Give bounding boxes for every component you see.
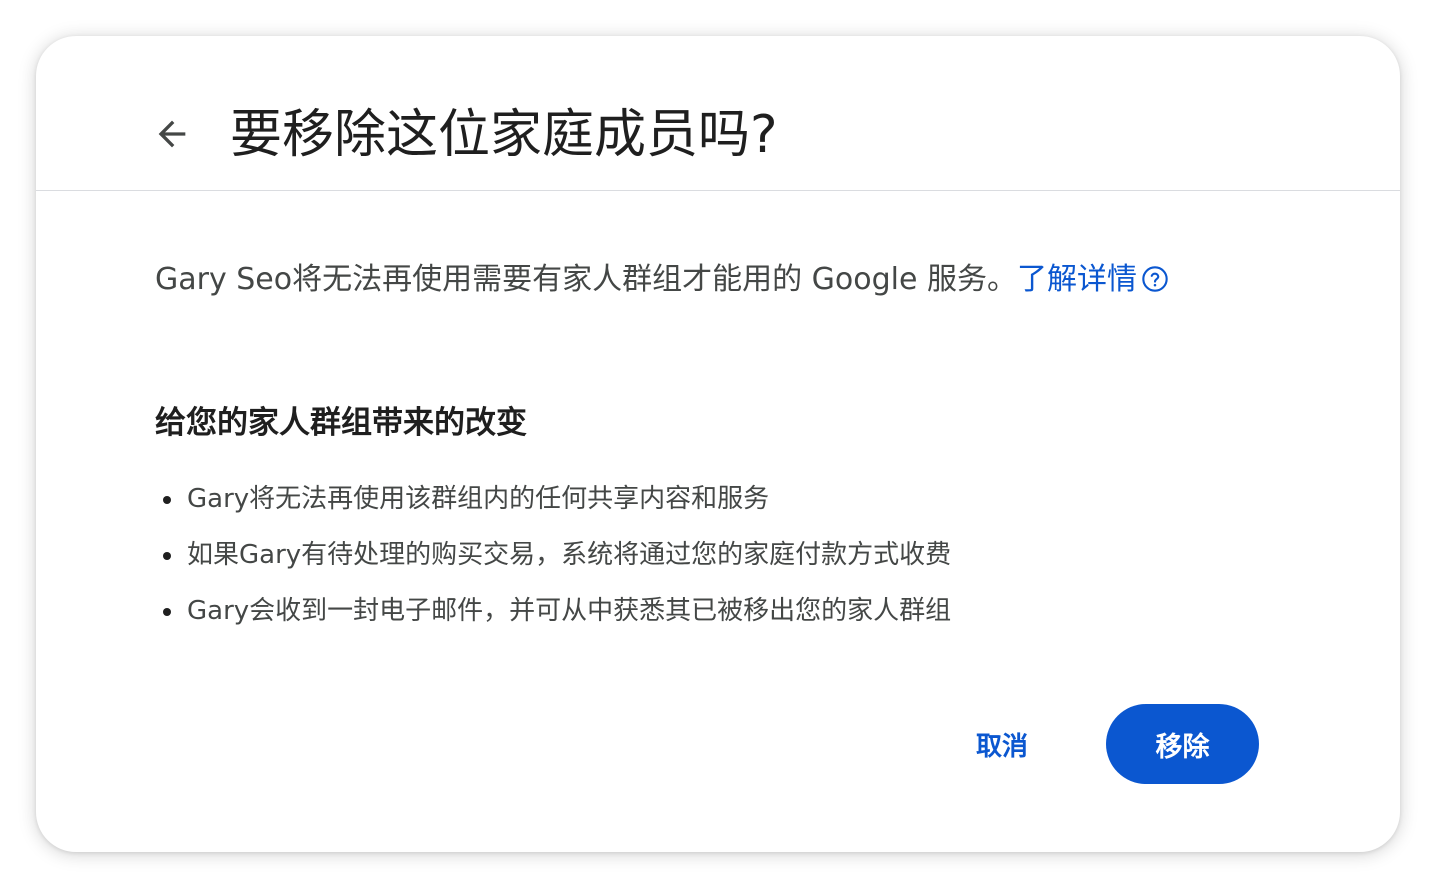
list-item: Gary将无法再使用该群组内的任何共享内容和服务 bbox=[155, 480, 951, 518]
bullet-dot bbox=[163, 496, 171, 504]
changes-list: Gary将无法再使用该群组内的任何共享内容和服务 如果Gary有待处理的购买交易… bbox=[155, 480, 951, 648]
remove-button[interactable]: 移除 bbox=[1106, 704, 1259, 784]
list-item: 如果Gary有待处理的购买交易，系统将通过您的家庭付款方式收费 bbox=[155, 536, 951, 574]
list-item: Gary会收到一封电子邮件，并可从中获悉其已被移出您的家人群组 bbox=[155, 592, 951, 630]
cancel-button[interactable]: 取消 bbox=[944, 704, 1060, 784]
learn-more-label: 了解详情 bbox=[1016, 262, 1137, 297]
list-item-text: 如果Gary有待处理的购买交易，系统将通过您的家庭付款方式收费 bbox=[187, 540, 952, 570]
remove-member-dialog: 要移除这位家庭成员吗? Gary Seo将无法再使用需要有家人群组才能用的 Go… bbox=[36, 36, 1400, 852]
dialog-title: 要移除这位家庭成员吗? bbox=[230, 105, 778, 165]
back-button[interactable] bbox=[148, 110, 196, 158]
arrow-back-icon bbox=[158, 120, 186, 148]
learn-more-link[interactable]: 了解详情 bbox=[1017, 262, 1169, 297]
changes-section-title: 给您的家人群组带来的改变 bbox=[155, 405, 527, 441]
bullet-dot bbox=[163, 608, 171, 616]
help-circle-icon bbox=[1141, 264, 1169, 304]
list-item-text: Gary会收到一封电子邮件，并可从中获悉其已被移出您的家人群组 bbox=[187, 596, 952, 626]
dialog-header: 要移除这位家庭成员吗? bbox=[36, 36, 1400, 191]
description-text: Gary Seo将无法再使用需要有家人群组才能用的 Google 服务。 bbox=[155, 262, 1017, 297]
bullet-dot bbox=[163, 552, 171, 560]
list-item-text: Gary将无法再使用该群组内的任何共享内容和服务 bbox=[187, 484, 770, 514]
dialog-description: Gary Seo将无法再使用需要有家人群组才能用的 Google 服务。了解详情 bbox=[155, 260, 1169, 304]
